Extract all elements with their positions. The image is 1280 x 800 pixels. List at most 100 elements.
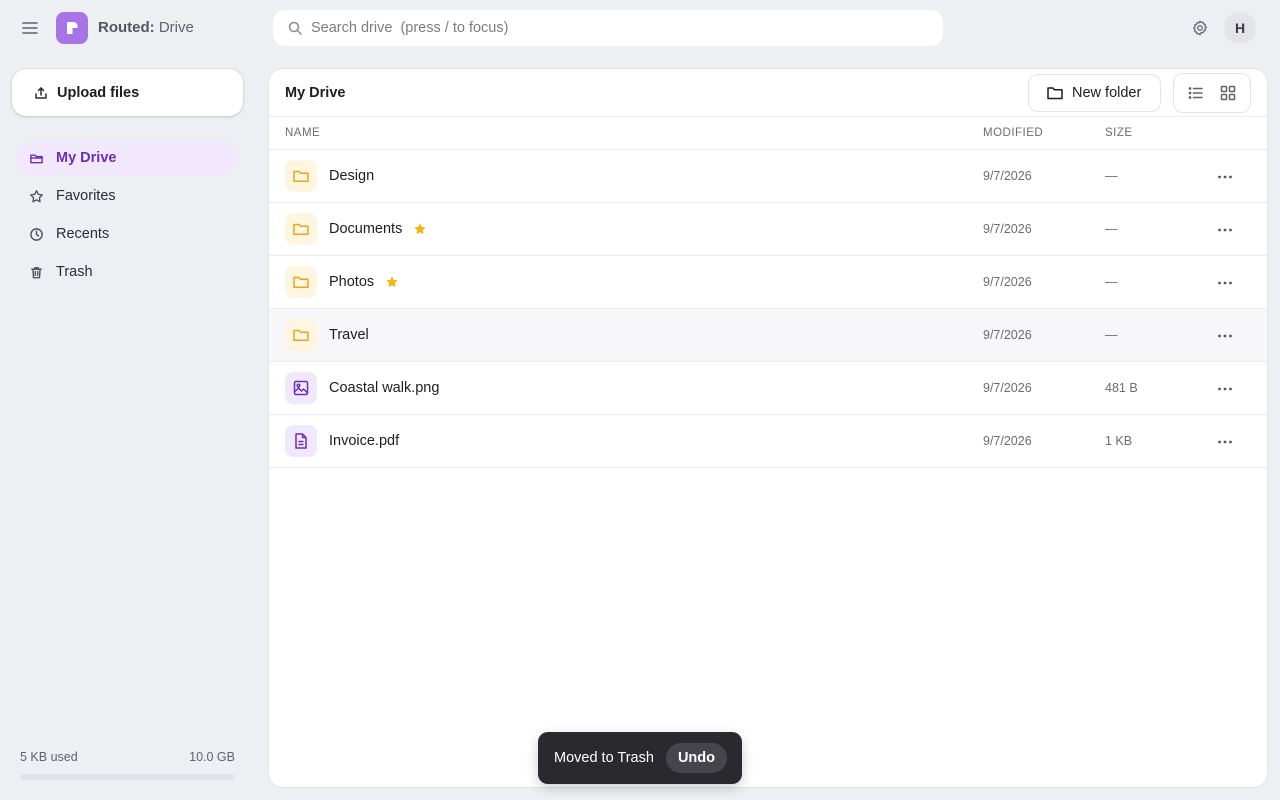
sidebar-item-label: My Drive xyxy=(56,150,117,166)
view-toggle xyxy=(1173,73,1251,113)
storage-used: 5 KB used xyxy=(20,750,78,764)
file-name-text: Travel xyxy=(329,327,369,343)
file-type-icon xyxy=(285,372,317,404)
column-header-name[interactable]: NAME xyxy=(285,127,320,139)
sidebar-item-recents[interactable]: Recents xyxy=(16,216,238,252)
folder-icon xyxy=(293,329,309,342)
clock-icon xyxy=(30,227,43,241)
column-header-size[interactable]: SIZE xyxy=(1105,127,1133,139)
file-size: 1 KB xyxy=(1105,434,1133,448)
undo-button[interactable]: Undo xyxy=(665,743,727,773)
gear-icon xyxy=(1193,20,1207,36)
file-modified: 9/7/2026 xyxy=(983,169,1032,183)
sidebar-item-label: Favorites xyxy=(56,188,116,204)
storage-total: 10.0 GB xyxy=(189,750,235,764)
folder-add-icon xyxy=(1047,87,1063,100)
file-type-icon xyxy=(285,425,317,457)
file-size: 481 B xyxy=(1105,381,1138,395)
file-name-text: Invoice.pdf xyxy=(329,433,400,449)
top-bar: Routed: Drive H xyxy=(0,0,1280,56)
file-name: Travel xyxy=(329,327,369,343)
new-folder-label: New folder xyxy=(1072,85,1142,101)
more-options-button[interactable] xyxy=(1211,269,1239,297)
list-view-button[interactable] xyxy=(1182,79,1210,107)
file-name-text: Design xyxy=(329,168,375,184)
upload-files-button[interactable]: Upload files xyxy=(12,69,243,116)
starred-icon xyxy=(414,223,427,235)
folder-icon xyxy=(293,170,309,183)
folder-icon xyxy=(293,223,309,236)
file-modified: 9/7/2026 xyxy=(983,275,1032,289)
file-size: — xyxy=(1105,275,1118,289)
trash-icon xyxy=(31,266,42,278)
file-type-icon xyxy=(285,160,317,192)
table-header: NAME MODIFIED SIZE xyxy=(269,117,1267,150)
file-name-text: Photos xyxy=(329,274,375,290)
table-row[interactable]: Invoice.pdf 9/7/2026 1 KB xyxy=(269,415,1267,468)
avatar[interactable]: H xyxy=(1224,12,1256,44)
more-horizontal-icon xyxy=(1218,281,1232,285)
file-type-icon xyxy=(285,319,317,351)
file-modified: 9/7/2026 xyxy=(983,328,1032,342)
page-title: My Drive xyxy=(285,85,346,101)
file-name-text: Coastal walk.png xyxy=(329,380,440,396)
table-row[interactable]: Photos 9/7/2026 — xyxy=(269,256,1267,309)
image-icon xyxy=(293,380,309,396)
app-title: Routed: Drive xyxy=(98,19,194,36)
search-input[interactable] xyxy=(311,20,911,36)
more-options-button[interactable] xyxy=(1211,428,1239,456)
new-folder-button[interactable]: New folder xyxy=(1028,74,1161,112)
app-logo[interactable] xyxy=(56,12,88,44)
more-options-button[interactable] xyxy=(1211,322,1239,350)
column-header-modified[interactable]: MODIFIED xyxy=(983,127,1043,139)
grid-view-icon xyxy=(1220,85,1236,101)
file-modified: 9/7/2026 xyxy=(983,434,1032,448)
search-bar[interactable] xyxy=(273,10,943,46)
starred-icon xyxy=(386,276,398,288)
list-view-icon xyxy=(1188,87,1203,99)
file-name: Photos xyxy=(329,274,399,290)
star-icon xyxy=(30,189,43,202)
table-row[interactable]: Documents 9/7/2026 — xyxy=(269,203,1267,256)
more-horizontal-icon xyxy=(1218,387,1232,391)
file-panel: My Drive New folder NAME MODIFIED SIZE D… xyxy=(269,69,1267,787)
more-horizontal-icon xyxy=(1218,334,1232,338)
more-options-button[interactable] xyxy=(1211,375,1239,403)
toast-message: Moved to Trash xyxy=(554,750,654,766)
file-size: — xyxy=(1105,328,1118,342)
file-type-icon xyxy=(285,266,317,298)
table-row[interactable]: Travel 9/7/2026 — xyxy=(269,309,1267,362)
sidebar-item-favorites[interactable]: Favorites xyxy=(16,178,238,214)
sidebar-nav: My Drive Favorites Recents Trash xyxy=(16,140,238,292)
grid-view-button[interactable] xyxy=(1214,79,1242,107)
settings-button[interactable] xyxy=(1188,16,1212,40)
file-type-icon xyxy=(285,213,317,245)
document-icon xyxy=(295,433,307,449)
file-modified: 9/7/2026 xyxy=(983,381,1032,395)
file-name: Coastal walk.png xyxy=(329,380,439,396)
file-name: Documents xyxy=(329,221,427,237)
more-options-button[interactable] xyxy=(1211,163,1239,191)
table-row[interactable]: Coastal walk.png 9/7/2026 481 B xyxy=(269,362,1267,415)
storage-bar xyxy=(20,774,235,780)
sidebar-item-label: Trash xyxy=(56,264,93,280)
folder-icon xyxy=(30,154,43,163)
sidebar-item-trash[interactable]: Trash xyxy=(16,254,238,290)
more-horizontal-icon xyxy=(1218,440,1232,444)
search-icon xyxy=(288,21,302,35)
file-name-text: Documents xyxy=(329,221,403,237)
storage-usage: 5 KB used 10.0 GB xyxy=(20,750,235,780)
sidebar-item-label: Recents xyxy=(56,226,110,242)
app-brand: Routed: xyxy=(98,19,155,36)
more-options-button[interactable] xyxy=(1211,216,1239,244)
folder-icon xyxy=(293,276,309,289)
file-modified: 9/7/2026 xyxy=(983,222,1032,236)
upload-files-label: Upload files xyxy=(57,84,140,101)
sidebar-item-my-drive[interactable]: My Drive xyxy=(16,140,238,176)
file-name: Design xyxy=(329,168,374,184)
file-size: — xyxy=(1105,222,1118,236)
table-row[interactable]: Design 9/7/2026 — xyxy=(269,150,1267,203)
panel-header: My Drive New folder xyxy=(269,69,1267,117)
toast-notification: Moved to Trash Undo xyxy=(538,732,742,784)
menu-icon[interactable] xyxy=(16,14,44,42)
